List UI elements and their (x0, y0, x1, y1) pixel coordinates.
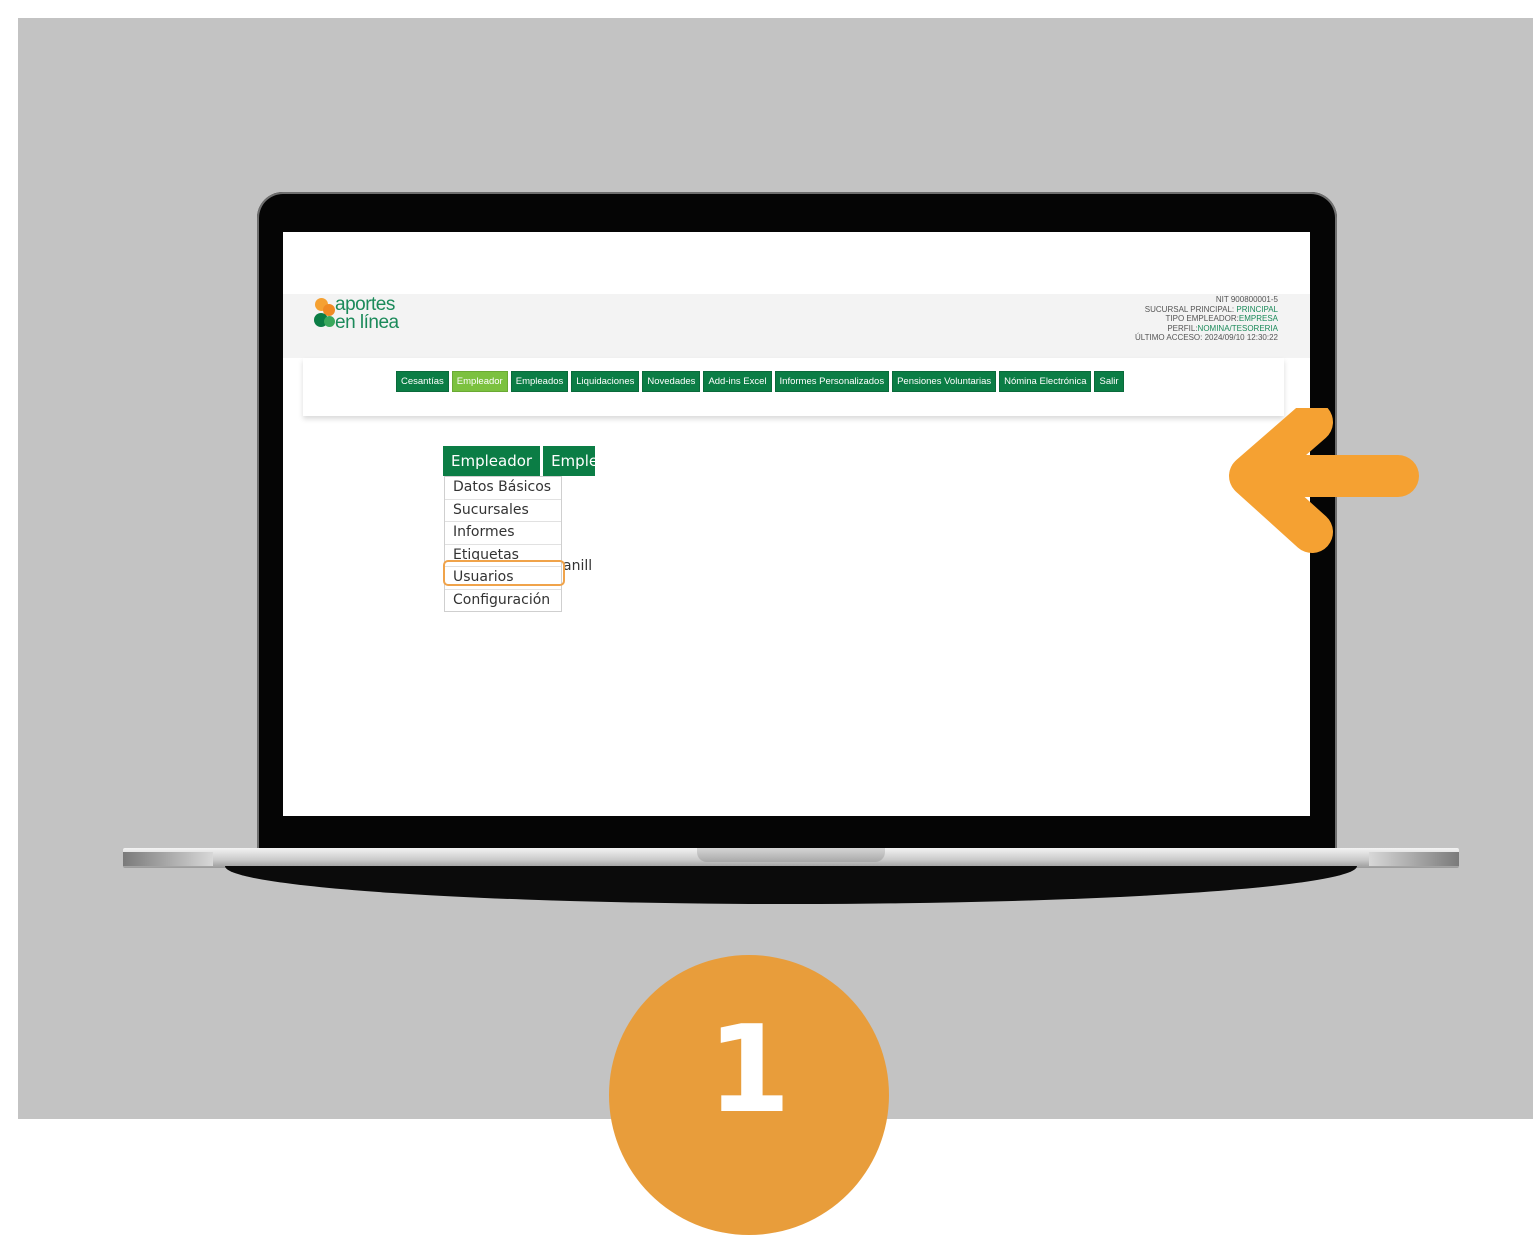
menu-item-datos-basicos[interactable]: Datos Básicos (445, 477, 561, 500)
nav-item-salir[interactable]: Salir (1094, 371, 1124, 392)
laptop-base-left-shade (123, 852, 213, 866)
arrow-left-icon (1229, 408, 1419, 553)
nav-item-empleador[interactable]: Empleador (451, 371, 508, 392)
tipo-label: TIPO EMPLEADOR: (1165, 314, 1239, 323)
ultimo-acceso: ÚLTIMO ACCESO: 2024/09/10 12:30:22 (1134, 333, 1278, 342)
usuarios-highlight (443, 560, 565, 586)
menu-item-configuracion[interactable]: Configuración (445, 590, 561, 612)
account-info: NIT 900800001-5 SUCURSAL PRINCIPAL: PRIN… (1135, 295, 1278, 343)
nav-item-empleados[interactable]: Empleados (510, 371, 569, 392)
nav-item-cesantias[interactable]: Cesantías (396, 371, 449, 392)
menu-item-sucursales[interactable]: Sucursales (445, 500, 561, 522)
tipo-value: EMPRESA (1238, 314, 1278, 323)
step-badge: 1 (609, 955, 889, 1235)
main-nav: Cesantías Empleador Empleados Liquidacio… (396, 371, 1124, 392)
submenu-bar: Empleador Emplead (443, 446, 596, 476)
sucursal-label: SUCURSAL PRINCIPAL: (1144, 304, 1237, 314)
logo-circle-green-2 (324, 316, 335, 327)
laptop-base-right-shade (1369, 852, 1459, 866)
obscured-text: anill (563, 558, 593, 574)
nav-item-informes-personalizados[interactable]: Informes Personalizados (774, 371, 890, 392)
brand-logo[interactable]: aportes en línea (313, 295, 433, 342)
brand-line-2: en línea (335, 312, 399, 333)
submenu-empleados-button[interactable]: Emplead (543, 446, 596, 476)
empleador-dropdown: Datos Básicos Sucursales Informes Etique… (444, 476, 562, 612)
nit-text: NIT 900800001-5 (1215, 295, 1278, 304)
perfil-label: PERFIL: (1167, 323, 1198, 333)
submenu-empleador-button[interactable]: Empleador (443, 446, 541, 476)
nav-item-novedades[interactable]: Novedades (642, 371, 701, 392)
sucursal-row: SUCURSAL PRINCIPAL: PRINCIPAL (1135, 305, 1278, 315)
menu-item-informes[interactable]: Informes (445, 522, 561, 545)
nav-item-add-ins-excel[interactable]: Add-ins Excel (703, 371, 772, 392)
brand-name: aportes en línea (335, 295, 399, 333)
nav-item-liquidaciones[interactable]: Liquidaciones (571, 371, 640, 392)
laptop-screen: aportes en línea NIT 900800001-5 SUCURSA… (283, 232, 1310, 816)
nav-item-pensiones-voluntarias[interactable]: Pensiones Voluntarias (892, 371, 997, 392)
laptop-notch (697, 848, 885, 862)
perfil-value: NOMINA/TESORERIA (1197, 323, 1278, 333)
sucursal-value: PRINCIPAL (1236, 304, 1278, 314)
perfil-row: PERFIL:NOMINA/TESORERIA (1135, 324, 1278, 334)
nav-item-nomina-electronica[interactable]: Nómina Electrónica (999, 371, 1092, 392)
step-number: 1 (707, 1001, 791, 1140)
tipo-row: TIPO EMPLEADOR:EMPRESA (1135, 314, 1278, 324)
